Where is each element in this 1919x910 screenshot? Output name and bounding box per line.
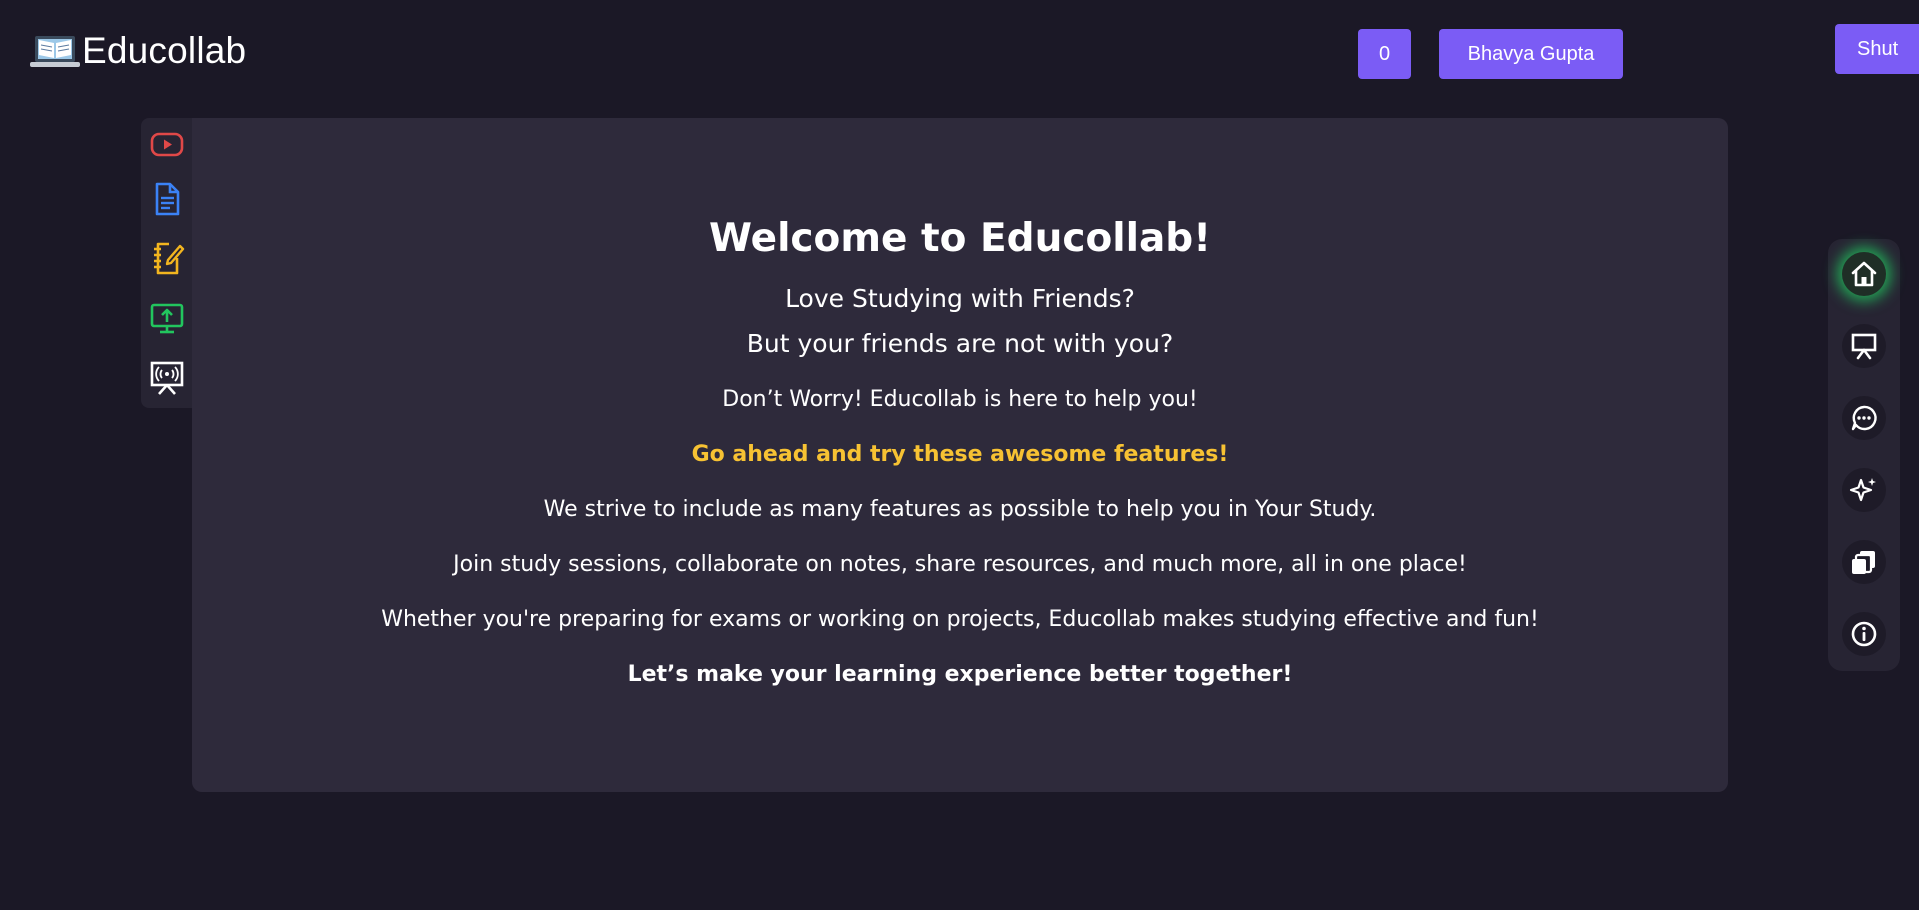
app-name: Educollab — [82, 30, 247, 71]
chat-bubble-icon — [1851, 405, 1877, 431]
count-button[interactable]: 0 — [1358, 29, 1411, 79]
notebook-edit-icon[interactable] — [149, 240, 185, 276]
presentation-board-icon — [1851, 333, 1877, 360]
live-presentation-icon[interactable] — [149, 360, 185, 396]
screen-share-icon[interactable] — [149, 300, 185, 336]
home-icon — [1851, 261, 1877, 287]
chat-button[interactable] — [1842, 396, 1886, 440]
intro-line-5: We strive to include as many features as… — [543, 497, 1377, 522]
document-icon[interactable] — [149, 181, 185, 217]
intro-line-1: Love Studying with Friends? — [785, 284, 1135, 313]
presentation-button[interactable] — [1842, 324, 1886, 368]
intro-line-6: Join study sessions, collaborate on note… — [453, 552, 1467, 577]
intro-line-2: But your friends are not with you? — [746, 329, 1174, 358]
app-logo[interactable]: Educollab — [30, 26, 246, 76]
right-toolbar — [1828, 239, 1900, 671]
copy-documents-icon — [1852, 551, 1875, 574]
info-icon — [1851, 621, 1877, 647]
intro-line-3: Don’t Worry! Educollab is here to help y… — [722, 387, 1198, 412]
youtube-icon[interactable] — [149, 126, 185, 162]
welcome-card: Welcome to Educollab! Love Studying with… — [192, 118, 1728, 792]
shut-button[interactable]: Shut — [1835, 24, 1919, 74]
info-button[interactable] — [1842, 612, 1886, 656]
copy-button[interactable] — [1842, 540, 1886, 584]
ai-button[interactable] — [1842, 468, 1886, 512]
intro-line-7: Whether you're preparing for exams or wo… — [381, 607, 1539, 632]
sparkles-icon — [1849, 478, 1876, 502]
welcome-title: Welcome to Educollab! — [708, 216, 1212, 261]
features-highlight: Go ahead and try these awesome features! — [691, 442, 1229, 467]
home-button[interactable] — [1842, 252, 1886, 296]
open-book-laptop-icon — [30, 36, 80, 67]
closing-line: Let’s make your learning experience bett… — [627, 662, 1293, 687]
user-button[interactable]: Bhavya Gupta — [1439, 29, 1623, 79]
left-toolbar — [141, 118, 193, 408]
